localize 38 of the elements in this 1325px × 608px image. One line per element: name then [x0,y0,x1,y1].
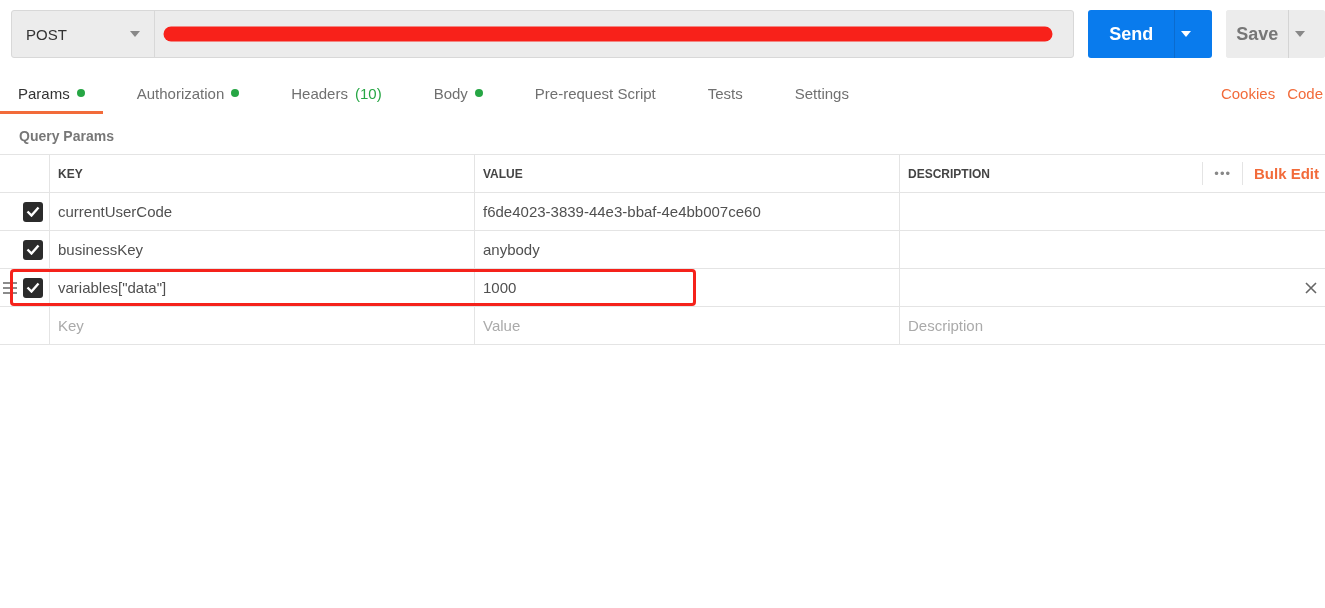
caret-icon [1181,31,1192,37]
column-header: VALUE [483,166,523,181]
tab[interactable]: Authorization [118,72,258,114]
status-dot [231,89,240,97]
value-cell: f6de4023-3839-44e3-bbaf-4e4bb007ce60 [483,203,761,220]
placeholder-text[interactable]: Value [483,317,521,334]
status-dot [474,89,483,97]
link[interactable]: Code [1287,84,1323,102]
send-options-button[interactable] [1174,10,1213,58]
close-icon[interactable] [1305,281,1317,294]
link[interactable]: Cookies [1220,84,1276,102]
send-button[interactable]: Send [1088,10,1175,58]
section-title: Query Params [18,127,115,146]
checkbox[interactable] [23,239,43,260]
column-header: KEY [58,166,83,181]
description-cell[interactable] [899,193,1325,231]
tab[interactable]: Tests [689,72,761,114]
placeholder-text[interactable]: Key [58,317,84,334]
placeholder-text[interactable]: Description [908,317,984,334]
key-cell: businessKey [58,241,144,258]
checkbox[interactable] [23,277,43,298]
tab[interactable]: Settings [776,72,867,114]
key-cell: variables["data"] [58,279,167,296]
more-button[interactable]: ••• [1202,162,1243,185]
tab[interactable]: Params [0,72,103,114]
description-cell[interactable] [899,269,1325,307]
tab[interactable]: Headers (10) [273,72,400,114]
value-cell: anybody [483,241,540,258]
bulk-edit-link[interactable]: Bulk Edit [1243,165,1319,182]
column-header: DESCRIPTION [908,166,990,181]
tab[interactable]: Pre-request Script [516,72,674,114]
value-cell: 1000 [483,279,517,296]
tab[interactable]: Body [415,72,501,114]
caret-icon [1295,31,1305,37]
key-cell: currentUserCode [58,203,173,220]
drag-handle-icon[interactable] [3,282,17,294]
checkbox[interactable] [23,201,43,222]
status-dot [76,89,85,97]
